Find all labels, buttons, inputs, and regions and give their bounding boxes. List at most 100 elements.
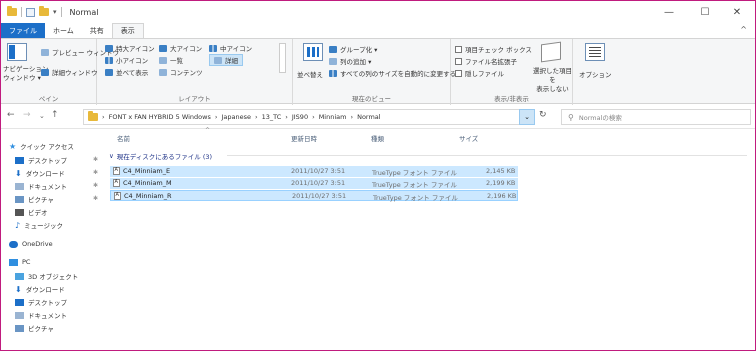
ribbon-tabs: ファイル ホーム 共有 表示 (1, 23, 755, 38)
file-type: TrueType フォント ファイル (373, 194, 458, 202)
path-segment[interactable]: FONT x FAN HYBRID 5 Windows (109, 113, 211, 121)
column-header-name[interactable]: 名前 (117, 133, 130, 143)
nav-pc[interactable]: PC (9, 256, 30, 268)
item-checkboxes-toggle[interactable]: 項目チェック ボックス (455, 44, 532, 54)
nav-label: デスクトップ (28, 157, 67, 165)
title-bar: ▾ Normal — ☐ ✕ (1, 1, 755, 23)
computer-icon (9, 258, 18, 266)
pin-icon[interactable]: ✱ (93, 169, 98, 176)
file-row[interactable]: C4_Minniam_E 2011/10/27 3:51 TrueType フォ… (110, 166, 518, 177)
path-segment[interactable]: Normal (357, 113, 381, 121)
options-button[interactable]: オプション (579, 69, 612, 79)
file-extensions-checkbox[interactable] (455, 57, 462, 65)
details-option[interactable]: 詳細 (209, 54, 243, 66)
hide-selected-button[interactable]: 選択した項目を 表示しない (533, 67, 572, 94)
column-header-date[interactable]: 更新日時 (291, 133, 317, 143)
new-folder-icon[interactable] (39, 6, 49, 16)
tab-file[interactable]: ファイル (1, 23, 45, 38)
pin-icon[interactable]: ✱ (93, 195, 98, 202)
layout-group: 特大アイコン 大アイコン 中アイコン 小アイコン 一覧 詳細 並べて表示 コンテ… (97, 39, 293, 105)
nav-music[interactable]: ♪ ミュージック (15, 219, 63, 231)
small-icons-option[interactable]: 小アイコン (105, 55, 148, 65)
path-segment[interactable]: Japanese (221, 113, 251, 121)
path-sep: › (350, 113, 354, 121)
file-extensions-label: ファイル名拡張子 (465, 58, 517, 66)
recent-locations-icon[interactable]: ⌄ (39, 112, 45, 120)
xl-icons-icon (105, 44, 113, 52)
address-path[interactable]: › FONT x FAN HYBRID 5 Windows › Japanese… (83, 109, 535, 125)
nav-desktop[interactable]: デスクトップ (15, 154, 67, 166)
nav-onedrive[interactable]: OneDrive (9, 238, 53, 250)
file-row[interactable]: C4_Minniam_R 2011/10/27 3:51 TrueType フォ… (110, 190, 518, 202)
tab-home[interactable]: ホーム (45, 23, 82, 38)
path-segment[interactable]: 13_TC (262, 113, 282, 121)
hidden-items-label: 隠しファイル (465, 70, 504, 78)
medium-icons-option[interactable]: 中アイコン (209, 43, 252, 53)
chevron-down-icon: ∨ (109, 152, 114, 160)
nav-downloads[interactable]: ⬇ ダウンロード (15, 167, 65, 179)
xl-icons-option[interactable]: 特大アイコン (105, 43, 155, 53)
file-date: 2011/10/27 3:51 (292, 192, 347, 200)
back-arrow-icon[interactable]: ← (7, 110, 15, 120)
layout-scroll[interactable] (279, 43, 286, 73)
nav-pc-documents[interactable]: ドキュメント (15, 309, 67, 321)
nav-label: ドキュメント (28, 183, 67, 191)
pin-icon[interactable]: ✱ (93, 156, 98, 163)
folder-icon (7, 6, 17, 16)
file-type: TrueType フォント ファイル (372, 181, 457, 189)
list-option[interactable]: 一覧 (159, 55, 183, 65)
properties-icon[interactable] (26, 7, 35, 17)
path-segment[interactable]: JIS90 (292, 113, 308, 121)
nav-pictures[interactable]: ピクチャ (15, 193, 54, 205)
nav-pc-downloads[interactable]: ⬇ ダウンロード (15, 283, 65, 295)
close-button[interactable]: ✕ (719, 1, 755, 23)
nav-label: ダウンロード (25, 286, 65, 294)
details-pane-button[interactable]: 詳細ウィンドウ (41, 67, 98, 77)
nav-label: 3D オブジェクト (28, 273, 79, 281)
star-icon: ★ (9, 141, 17, 151)
nav-documents[interactable]: ドキュメント (15, 180, 67, 192)
refresh-icon[interactable]: ↻ (539, 110, 547, 120)
size-all-columns-button[interactable]: すべての列のサイズを自動的に変更する (329, 68, 456, 78)
up-arrow-icon[interactable]: ↑ (51, 110, 59, 120)
forward-arrow-icon[interactable]: → (23, 110, 31, 120)
hidden-items-toggle[interactable]: 隠しファイル (455, 68, 504, 78)
navigation-pane-icon[interactable] (7, 43, 27, 61)
tab-share[interactable]: 共有 (82, 23, 112, 38)
sort-by-button[interactable]: 並べ替え (297, 69, 323, 79)
xl-icons-label: 特大アイコン (116, 45, 155, 53)
tiles-option[interactable]: 並べて表示 (105, 67, 148, 77)
file-extensions-toggle[interactable]: ファイル名拡張子 (455, 56, 517, 66)
group-by-button[interactable]: グループ化 ▾ (329, 44, 377, 54)
nav-pc-pictures[interactable]: ピクチャ (15, 322, 54, 334)
file-group-header[interactable]: ∨ 現在ディスクにあるファイル (3) (109, 151, 212, 161)
add-columns-icon (329, 57, 337, 65)
maximize-button[interactable]: ☐ (687, 1, 723, 23)
pin-icon[interactable]: ✱ (93, 182, 98, 189)
add-columns-button[interactable]: 列の追加 ▾ (329, 56, 371, 66)
file-row[interactable]: C4_Minniam_M 2011/10/27 3:51 TrueType フォ… (110, 178, 518, 189)
path-segment[interactable]: Minniam (319, 113, 347, 121)
file-date: 2011/10/27 3:51 (291, 167, 346, 175)
nav-videos[interactable]: ビデオ (15, 206, 48, 218)
hidden-items-checkbox[interactable] (455, 69, 462, 77)
minimize-button[interactable]: — (651, 1, 687, 23)
nav-quick-access[interactable]: ★ クイック アクセス (9, 140, 74, 152)
nav-pc-desktop[interactable]: デスクトップ (15, 296, 67, 308)
content-option[interactable]: コンテンツ (159, 67, 203, 77)
customize-toolbar-icon[interactable]: ▾ (53, 8, 57, 16)
ribbon-expand-icon[interactable]: ^ (740, 25, 747, 34)
hide-selected-icon[interactable] (541, 41, 561, 63)
toolbar-divider (21, 7, 22, 17)
column-header-type[interactable]: 種類 (371, 133, 384, 143)
nav-3d-objects[interactable]: 3D オブジェクト (15, 270, 78, 282)
options-icon[interactable] (585, 43, 605, 61)
item-checkboxes-checkbox[interactable] (455, 45, 462, 53)
tab-view[interactable]: 表示 (111, 23, 144, 38)
sort-by-icon[interactable] (303, 43, 323, 61)
content-label: コンテンツ (170, 69, 203, 77)
search-box[interactable]: ⚲ Normalの検索 (561, 109, 751, 125)
large-icons-option[interactable]: 大アイコン (159, 43, 202, 53)
address-dropdown-icon[interactable]: ⌄ (519, 109, 535, 125)
column-header-size[interactable]: サイズ (459, 133, 478, 143)
